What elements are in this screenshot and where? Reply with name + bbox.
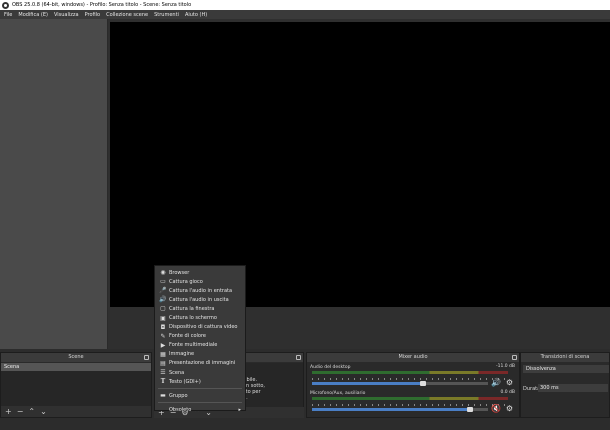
speaker-icon[interactable]: 🔊 — [491, 378, 501, 387]
play-icon: ▶ — [160, 341, 166, 349]
obs-logo-icon — [2, 1, 9, 9]
image-icon: ▦ — [160, 350, 166, 358]
window-icon: ▢ — [160, 305, 166, 313]
add-icon[interactable]: + — [5, 407, 12, 417]
menu-bar: File Modifica (E) Visualizza Profilo Col… — [0, 10, 610, 19]
volume-knob[interactable] — [467, 407, 474, 412]
add-source-context-menu: ◉ Browser ▭ Cattura gioco 🎤 Cattura l'audio… — [154, 265, 246, 414]
scenes-dock-title: Scene — [1, 353, 151, 362]
window-title: OBS 25.0.8 (64-bit, windows) - Profilo: … — [12, 2, 192, 8]
sources-hint: ribile. in sotto, sto per e. — [243, 377, 265, 401]
folder-icon: ▬ — [160, 392, 166, 400]
meter-ticks — [312, 378, 508, 380]
menu-item-audio-output[interactable]: 🔊 Cattura l'audio in uscita — [155, 295, 245, 304]
track-name: Microfono/Aux, ausiliario — [310, 391, 366, 396]
monitor-icon: ▣ — [160, 314, 166, 322]
meter-ticks — [312, 404, 508, 406]
volume-knob[interactable] — [419, 381, 426, 386]
menu-item-deprecated[interactable]: Obsoleto ▸ — [155, 405, 245, 414]
duration-input[interactable]: 300 ms — [538, 384, 608, 392]
menu-item-game-capture[interactable]: ▭ Cattura gioco — [155, 277, 245, 286]
menu-item-color-source[interactable]: ✎ Fonte di colore — [155, 332, 245, 341]
menu-tools[interactable]: Strumenti — [154, 12, 179, 18]
gear-icon[interactable]: ⚙ — [506, 404, 513, 413]
globe-icon: ◉ — [160, 269, 166, 277]
menu-separator — [158, 402, 242, 404]
menu-item-display-capture[interactable]: ▣ Cattura lo schermo — [155, 313, 245, 322]
volume-fill — [312, 382, 423, 385]
transitions-dock: Transizioni di scena Dissolvenza Durata … — [520, 352, 610, 418]
menu-item-browser[interactable]: ◉ Browser — [155, 268, 245, 277]
list-icon: ☰ — [160, 369, 166, 377]
speaker-icon: 🔊 — [159, 296, 167, 304]
menu-item-slideshow[interactable]: ▤ Presentazione di immagini — [155, 359, 245, 368]
volume-fill — [312, 408, 471, 411]
menu-item-image[interactable]: ▦ Immagine — [155, 350, 245, 359]
menu-item-group[interactable]: ▬ Gruppo — [155, 391, 245, 400]
menu-view[interactable]: Visualizza — [54, 12, 79, 18]
transition-select[interactable]: Dissolvenza — [523, 365, 609, 373]
scenes-dock: Scene Scena + − ⌃ ⌄ — [0, 352, 152, 418]
menu-profile[interactable]: Profilo — [85, 12, 101, 18]
camera-icon: ◘ — [160, 323, 166, 331]
menu-separator — [158, 388, 242, 390]
scenes-toolbar: + − ⌃ ⌄ — [1, 406, 151, 417]
scene-item[interactable]: Scena — [1, 363, 151, 371]
mixer-dock-title: Mixer audio — [307, 353, 519, 362]
gamepad-icon: ▭ — [160, 278, 166, 286]
slideshow-icon: ▤ — [160, 359, 166, 367]
undock-icon[interactable] — [144, 355, 149, 360]
gear-icon[interactable]: ⚙ — [506, 378, 513, 387]
menu-edit[interactable]: Modifica (E) — [18, 12, 48, 18]
undock-icon[interactable] — [296, 355, 301, 360]
move-up-icon[interactable]: ⌃ — [28, 407, 35, 417]
brush-icon: ✎ — [160, 332, 166, 340]
menu-item-video-device[interactable]: ◘ Dispositivo di cattura video — [155, 323, 245, 332]
menu-file[interactable]: File — [4, 12, 12, 18]
menu-help[interactable]: Aiuto (H) — [185, 12, 207, 18]
menu-item-text[interactable]: T Testo (GDI+) — [155, 377, 245, 386]
microphone-icon: 🎤 — [159, 287, 167, 295]
mixer-track-mic: Microfono/Aux, ausiliario 0.0 dB 🔇 ⚙ — [310, 390, 515, 416]
speaker-muted-icon[interactable]: 🔇 — [491, 404, 501, 413]
menu-item-media-source[interactable]: ▶ Fonte multimediale — [155, 341, 245, 350]
volume-slider[interactable] — [312, 381, 488, 386]
volume-meter — [312, 397, 508, 400]
volume-meter — [312, 371, 508, 374]
undock-icon[interactable] — [512, 355, 517, 360]
menu-item-window-capture[interactable]: ▢ Cattura la finestra — [155, 304, 245, 313]
move-down-icon[interactable]: ⌄ — [40, 407, 47, 417]
audio-mixer-dock: Mixer audio Audio del desktop -11.0 dB 🔊… — [306, 352, 520, 418]
title-bar: OBS 25.0.8 (64-bit, windows) - Profilo: … — [0, 0, 610, 10]
remove-icon[interactable]: − — [17, 407, 24, 417]
scenes-list[interactable]: Scena — [1, 363, 151, 407]
text-icon: T — [160, 378, 166, 386]
left-panel — [0, 19, 108, 349]
menu-scene-collection[interactable]: Collezione scene — [106, 12, 148, 18]
track-name: Audio del desktop — [310, 365, 351, 370]
volume-slider[interactable] — [312, 407, 488, 412]
menu-item-audio-input[interactable]: 🎤 Cattura l'audio in entrata — [155, 286, 245, 295]
transitions-dock-title: Transizioni di scena — [521, 353, 609, 362]
submenu-arrow-icon: ▸ — [238, 406, 241, 413]
menu-item-scene[interactable]: ☰ Scena — [155, 368, 245, 377]
track-db: -11.0 dB — [495, 364, 515, 369]
mixer-track-desktop: Audio del desktop -11.0 dB 🔊 ⚙ — [310, 364, 515, 390]
track-db: 0.0 dB — [500, 390, 515, 395]
